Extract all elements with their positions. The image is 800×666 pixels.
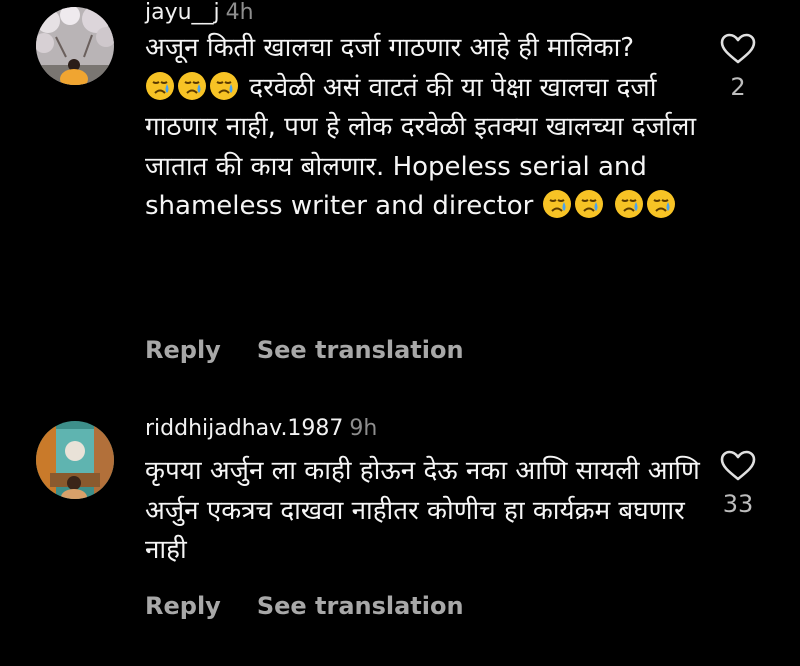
comment-item: jayu__j 4h अजून किती खालचा दर्जा गाठणार आ… <box>0 0 800 390</box>
crying-face-emoji <box>614 190 643 218</box>
comment-text-part: अजून किती खालचा दर्जा गाठणार आहे ही मालि… <box>145 33 635 63</box>
timestamp: 4h <box>225 0 254 25</box>
comment-actions: Reply See translation <box>145 592 464 620</box>
crying-face-emoji <box>574 190 603 218</box>
comment-text-part: कृपया अर्जुन ला काही होऊन देऊ नका आणि सा… <box>145 456 700 565</box>
see-translation-button[interactable]: See translation <box>257 336 464 364</box>
comment-actions: Reply See translation <box>145 336 464 364</box>
emoji-group <box>542 190 678 221</box>
avatar[interactable] <box>36 421 114 499</box>
heart-icon[interactable] <box>720 450 756 482</box>
emoji-group <box>145 71 249 103</box>
avatar-photo <box>36 7 114 85</box>
like-count: 2 <box>730 73 746 101</box>
reply-button[interactable]: Reply <box>145 592 221 620</box>
crying-face-emoji <box>646 190 675 218</box>
like-count: 33 <box>722 490 754 518</box>
crying-face-emoji <box>178 71 206 100</box>
timestamp: 9h <box>349 416 378 441</box>
avatar-photo <box>36 421 114 499</box>
comment-header: riddhijadhav.1987 9h <box>145 416 377 442</box>
like-control: 2 <box>716 33 760 101</box>
username[interactable]: riddhijadhav.1987 <box>145 416 343 441</box>
username[interactable]: jayu__j <box>145 0 220 25</box>
comment-header: jayu__j 4h <box>145 0 254 26</box>
crying-face-emoji <box>542 190 571 218</box>
comment-text: अजून किती खालचा दर्जा गाठणार आहे ही मालि… <box>145 29 705 227</box>
crying-face-emoji <box>146 71 174 100</box>
reply-button[interactable]: Reply <box>145 336 221 364</box>
comment-item: riddhijadhav.1987 9h कृपया अर्जुन ला काही… <box>0 390 800 666</box>
heart-icon[interactable] <box>720 33 756 65</box>
avatar[interactable] <box>36 7 114 85</box>
crying-face-emoji <box>210 71 238 100</box>
see-translation-button[interactable]: See translation <box>257 592 464 620</box>
like-control: 33 <box>716 450 760 518</box>
comment-text: कृपया अर्जुन ला काही होऊन देऊ नका आणि सा… <box>145 452 705 571</box>
